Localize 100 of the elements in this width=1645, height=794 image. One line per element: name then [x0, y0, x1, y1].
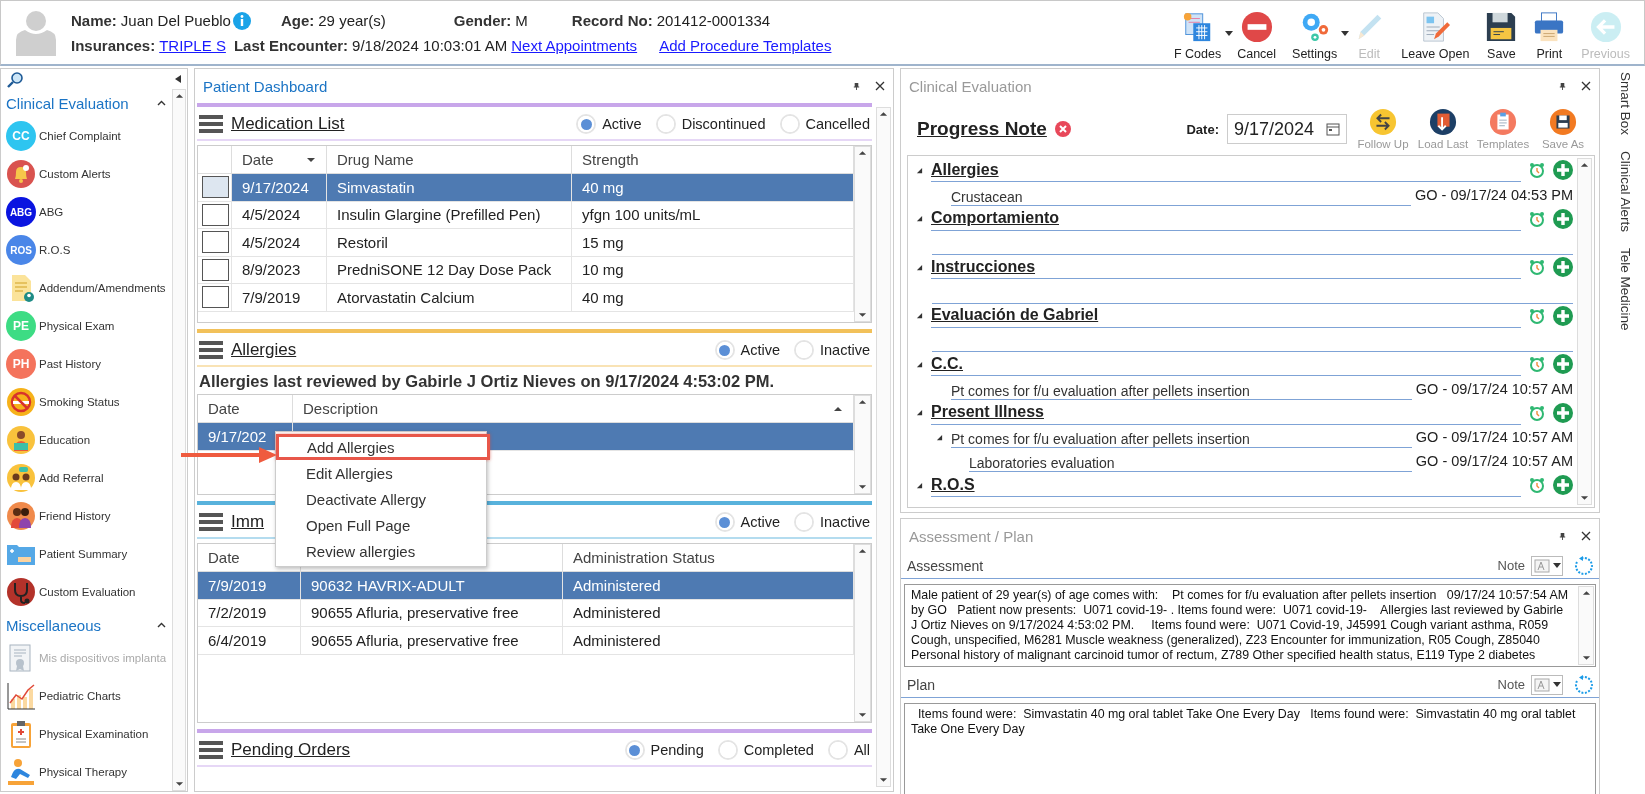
toolbar-button[interactable]: Cancel	[1231, 10, 1283, 61]
table-cell: 40 mg	[582, 178, 624, 196]
initials-icon: PE	[6, 311, 36, 341]
menu-item[interactable]: Deactivate Allergy	[276, 486, 486, 512]
sidebar-item[interactable]: Patient Summary	[6, 535, 170, 573]
initials-icon: CC	[6, 121, 36, 151]
field-label: Name:	[71, 12, 117, 29]
side-tab[interactable]: Tele Medicine	[1618, 248, 1633, 331]
toolbar-button[interactable]: Leave Open	[1395, 10, 1476, 61]
section-title[interactable]: Evaluación de Gabriel	[931, 306, 1099, 325]
section-title[interactable]: Medication List	[231, 114, 345, 134]
menu-item[interactable]: Edit Allergies	[276, 460, 486, 486]
section-title[interactable]: R.O.S	[931, 475, 975, 494]
field-label: Plan	[907, 676, 936, 693]
side-tab[interactable]: Smart Box	[1618, 72, 1633, 136]
table-cell: 90655 Afluria, preservative free	[311, 631, 519, 649]
field-label: Insurances:	[71, 36, 156, 54]
sidebar-item[interactable]: Physical Therapy	[6, 753, 170, 791]
field-value: 29 year(s)	[318, 12, 386, 29]
sidebar-item[interactable]: Education	[6, 421, 170, 459]
initials-icon: ROS	[6, 235, 36, 265]
table-cell: 8/9/2023	[242, 261, 301, 279]
text-area[interactable]: Items found were: Simvastatin 40 mg oral tablet Take One Every Day Items found were: Simvastatin 40 mg oral tablet Take One Every Day	[904, 703, 1596, 794]
table-cell: Simvastatin	[337, 178, 415, 196]
patient-name: Juan Del Pueblo	[120, 12, 231, 29]
radio-button[interactable]: Cancelled	[779, 114, 870, 134]
sidebar-item[interactable]: CC Chief Complaint	[6, 117, 170, 155]
sidebar-item[interactable]: PH Past History	[6, 345, 170, 383]
note-title: Progress Note	[917, 118, 1047, 140]
sidebar-item[interactable]: Custom Evaluation	[6, 573, 170, 611]
menu-item[interactable]: Add Allergies	[276, 434, 490, 460]
text-area[interactable]: Male patient of 29 year(s) of age comes with: Pt comes for f/u evaluation after pellets insertion 09/17/24 10:57:54 AM by GO Patient now presents: U071 covid-19- . Items found were: U071 covid-19- Allergies last reviewed by Gabirle J Ortiz Nieves on 9/17/2024 4:53:02 PM. Items found were: U071 Covid-19, J45991 Cough variant asthma, R059 Cough, unspecified, M6281 Muscle weakness (generalized), Z23 Encounter for immunization, R05 Cough, Z85040 Personal history of malignant carcinoid tumor of rectum, Z789 Other specified health status, E119 Type 2 diabetes	[904, 584, 1596, 667]
table-cell: PredniSONE 12 Day Dose Pack	[337, 261, 552, 279]
table-cell: 7/9/2019	[208, 576, 267, 594]
menu-item[interactable]: Review allergies	[276, 538, 486, 564]
date-field[interactable]: 9/17/2024	[1227, 114, 1347, 144]
menu-item[interactable]: Open Full Page	[276, 512, 486, 538]
entry-text: Pt comes for f/u evaluation after pellets insertion	[951, 382, 1250, 399]
header-link[interactable]: Next Appointments	[511, 36, 638, 54]
radio-button[interactable]: Active	[576, 114, 642, 134]
entry-time: GO - 09/17/24 10:57 AM	[1415, 429, 1573, 445]
sidebar-item[interactable]: Smoking Status	[6, 383, 170, 421]
sidebar-section-title[interactable]: Clinical Evaluation	[6, 94, 129, 112]
sidebar-section-title[interactable]: Miscellaneous	[6, 616, 102, 634]
header-link[interactable]: Add Procedure Templates	[659, 36, 832, 54]
panel-title: Patient Dashboard	[203, 77, 328, 95]
radio-button[interactable]: Inactive	[794, 512, 870, 532]
toolbar-button[interactable]: F Codes	[1167, 10, 1228, 61]
sidebar-item[interactable]: PE Physical Exam	[6, 307, 170, 345]
field-value: 201412-0001334	[656, 12, 771, 29]
sidebar-item[interactable]: ROS R.O.S	[6, 231, 170, 269]
entry-text: Pt comes for f/u evaluation after pellets insertion	[951, 431, 1250, 447]
section-title[interactable]: Present Illness	[931, 403, 1044, 422]
side-tab[interactable]: Clinical Alerts	[1618, 151, 1633, 233]
section-title[interactable]: Allergies	[231, 340, 297, 360]
table-cell: 9/17/2024	[242, 178, 309, 196]
radio-button[interactable]: Completed	[717, 740, 814, 760]
section-title[interactable]: Comportamiento	[931, 209, 1059, 228]
sidebar-item[interactable]: Addendum/Amendments	[6, 269, 170, 307]
field-label: Record No:	[571, 12, 653, 29]
radio-button[interactable]: Discontinued	[655, 114, 766, 134]
sidebar-item[interactable]: Friend History	[6, 497, 170, 535]
section-title[interactable]: Pending Orders	[231, 740, 351, 760]
sidebar-item[interactable]: Custom Alerts	[6, 155, 170, 193]
radio-button[interactable]: Inactive	[794, 340, 870, 360]
radio-button[interactable]: All	[827, 740, 870, 760]
note-label: Note	[1497, 677, 1525, 692]
toolbar-button[interactable]: Print	[1527, 10, 1572, 61]
table-cell: Restoril	[337, 233, 388, 251]
entry-time: GO - 09/17/24 10:57 AM	[1415, 380, 1573, 397]
table-cell: Insulin Glargine (Prefilled Pen)	[337, 206, 541, 224]
field-label: Gender:	[453, 12, 512, 29]
initials-icon: PH	[6, 349, 36, 379]
initials-icon: ABG	[6, 197, 36, 227]
field-value: M	[515, 12, 528, 29]
radio-button[interactable]: Active	[714, 512, 780, 532]
sidebar-item[interactable]: Pediatric Charts	[6, 677, 170, 715]
entry-text: Laboratories evaluation	[969, 455, 1115, 471]
section-title[interactable]: Allergies	[931, 160, 999, 179]
date-label: Date:	[1186, 121, 1219, 137]
toolbar-button[interactable]: Save	[1479, 10, 1524, 61]
section-title[interactable]: Imm	[231, 512, 265, 532]
section-title[interactable]: Instrucciones	[931, 257, 1036, 276]
insurance-link[interactable]: TRIPLE S	[159, 36, 226, 54]
entry-time: GO - 09/17/24 04:53 PM	[1415, 186, 1573, 203]
sidebar-item[interactable]: Add Referral	[6, 459, 170, 497]
sidebar-item[interactable]: ABG ABG	[6, 193, 170, 231]
radio-button[interactable]: Active	[714, 340, 780, 360]
section-title[interactable]: C.C.	[931, 354, 963, 373]
toolbar-button[interactable]: Settings	[1286, 10, 1344, 61]
table-cell: Administered	[573, 631, 661, 649]
table-cell: Administered	[573, 576, 661, 594]
sidebar-item[interactable]: Physical Examination	[6, 715, 170, 753]
table-cell: 6/4/2019	[208, 631, 267, 649]
table-cell: 15 mg	[582, 233, 624, 251]
radio-button[interactable]: Pending	[624, 740, 704, 760]
entry-time: GO - 09/17/24 10:57 AM	[1415, 453, 1573, 469]
table-cell: 4/5/2024	[242, 206, 301, 224]
table-cell: yfgn 100 units/mL	[582, 206, 701, 224]
field-label: Assessment	[907, 557, 984, 574]
